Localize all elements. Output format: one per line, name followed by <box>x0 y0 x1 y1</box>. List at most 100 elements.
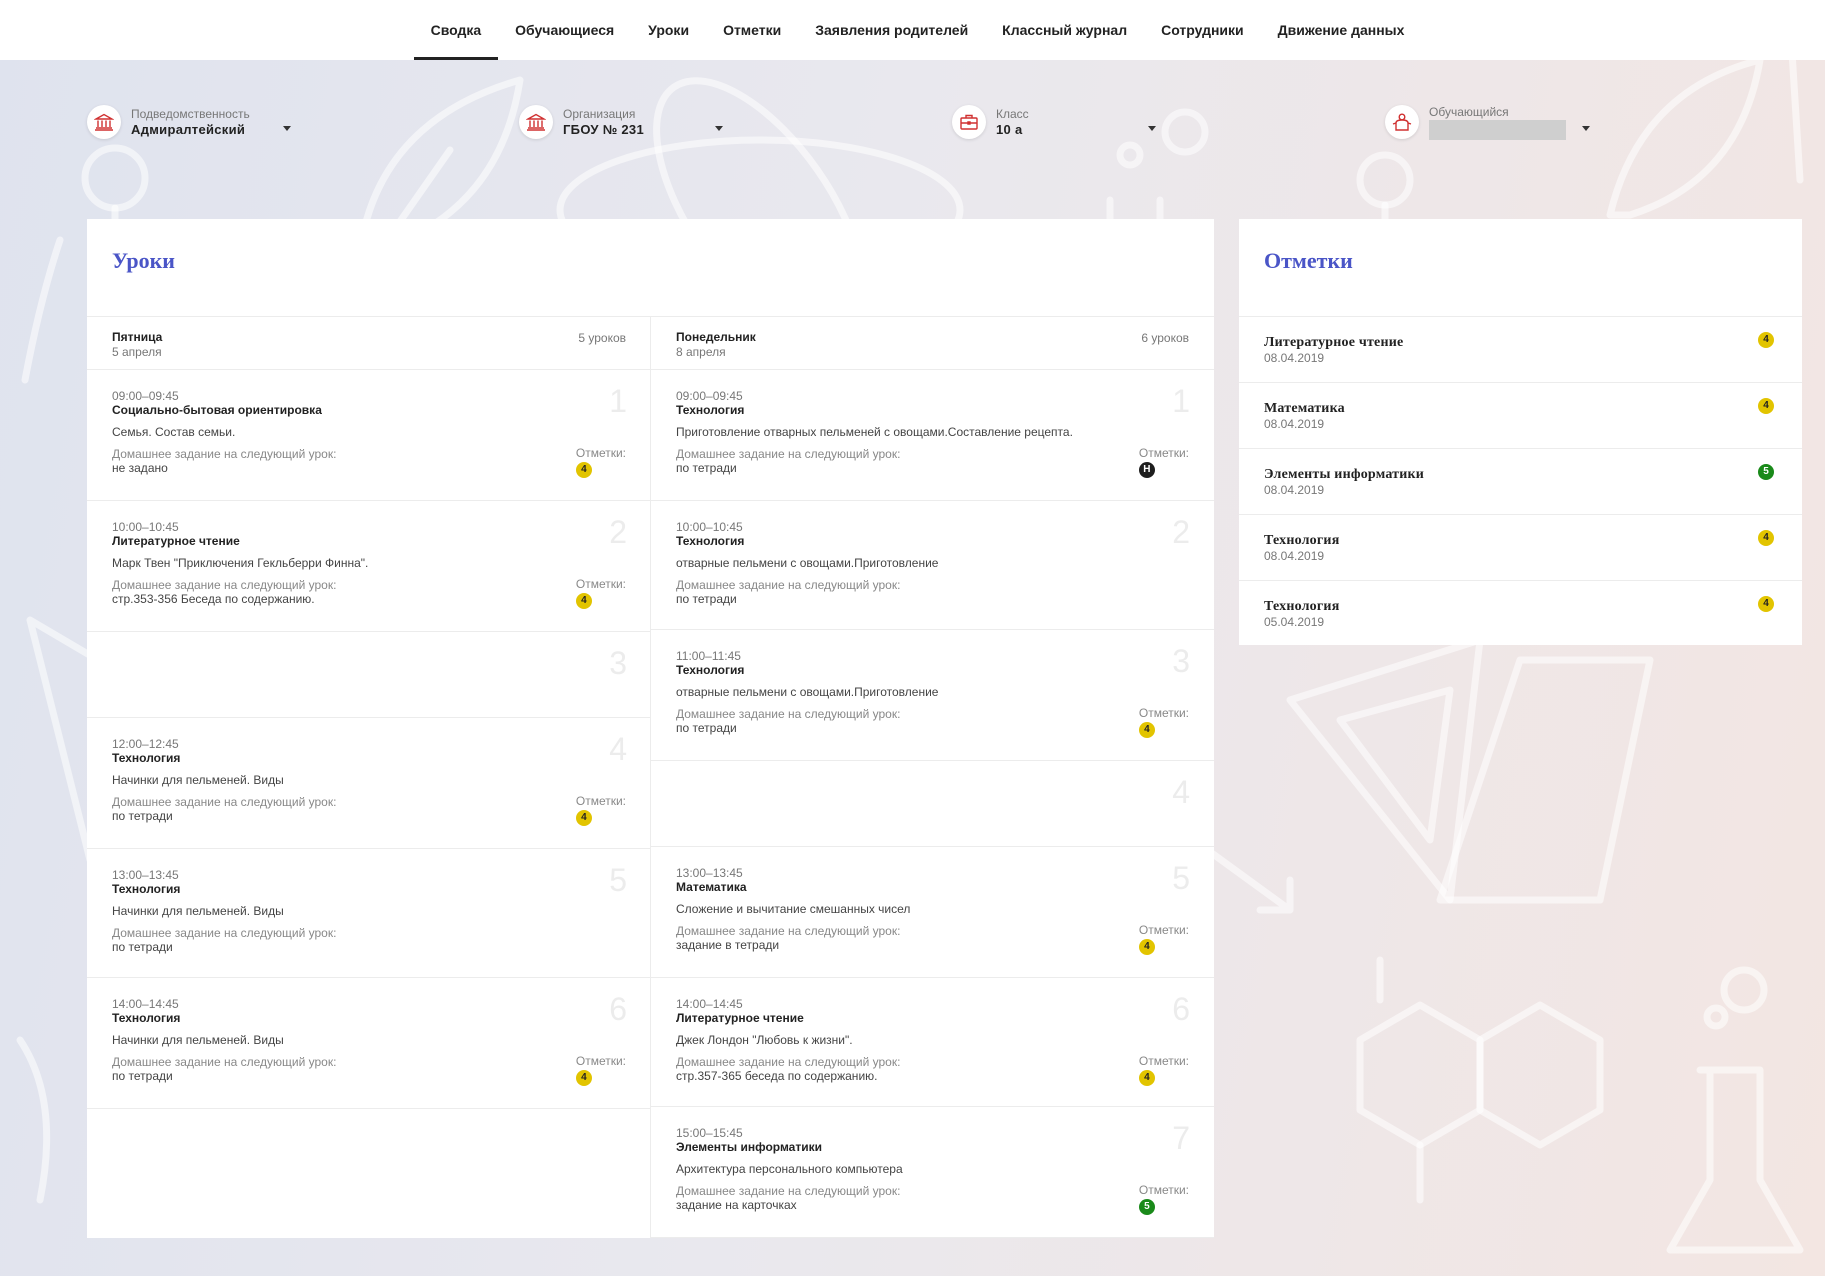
lesson-item[interactable]: 5 13:00–13:45 Технология Начинки для пельме… <box>87 849 651 978</box>
lesson-subject: Математика <box>676 880 747 894</box>
lesson-item[interactable]: 3 11:00–11:45 Технология отварные пельмени … <box>651 630 1214 761</box>
lesson-item[interactable]: 7 15:00–15:45 Элементы информатики Архитект… <box>651 1107 1214 1238</box>
homework-label: Домашнее задание на следующий урок: <box>112 578 337 592</box>
homework-label: Домашнее задание на следующий урок: <box>676 707 901 721</box>
mark-badge[interactable]: 4 <box>1758 596 1774 612</box>
lesson-item[interactable]: 4 12:00–12:45 Технология Начинки для пельме… <box>87 718 651 849</box>
lesson-time: 09:00–09:45 <box>676 389 743 403</box>
mark-badge[interactable]: 4 <box>575 462 592 478</box>
homework-label: Домашнее задание на следующий урок: <box>112 795 337 809</box>
lesson-item[interactable]: 2 10:00–10:45 Технология отварные пельмени … <box>651 501 1214 630</box>
lesson-marks: Отметки: 5 <box>1138 1183 1189 1215</box>
filter-label: Класс <box>996 106 1029 121</box>
filter-organization[interactable]: Организация ГБОУ № 231 <box>519 100 723 144</box>
lesson-number: 2 <box>1172 514 1190 550</box>
lesson-item[interactable]: 5 13:00–13:45 Математика Сложение и вычитан… <box>651 847 1214 978</box>
institution-icon <box>519 105 553 139</box>
lesson-topic: Джек Лондон "Любовь к жизни". <box>676 1033 853 1047</box>
nav-tab[interactable]: Обучающиеся <box>498 0 631 60</box>
mark-item[interactable]: Элементы информатики 08.04.2019 5 <box>1239 449 1802 515</box>
marks-list: Литературное чтение 08.04.2019 4 Математика… <box>1239 316 1802 647</box>
homework-text: по тетради <box>676 592 737 606</box>
marks-title[interactable]: Отметки <box>1264 248 1353 274</box>
lesson-topic: Архитектура персонального компьютера <box>676 1162 903 1176</box>
filter-subordination[interactable]: Подведомственность Адмиралтейский <box>87 100 291 144</box>
lesson-subject: Технология <box>112 751 181 765</box>
lesson-number: 6 <box>1172 991 1190 1027</box>
mark-badge[interactable]: 4 <box>1138 1070 1155 1086</box>
lesson-time: 11:00–11:45 <box>676 649 741 663</box>
lesson-item[interactable]: 1 09:00–09:45 Технология Приготовление отва… <box>651 370 1214 501</box>
nav-tab[interactable]: Уроки <box>631 0 706 60</box>
mark-badge[interactable]: 4 <box>1758 332 1774 348</box>
lesson-topic: Начинки для пельменей. Виды <box>112 1033 284 1047</box>
nav-tab[interactable]: Движение данных <box>1261 0 1422 60</box>
mark-item[interactable]: Математика 08.04.2019 4 <box>1239 383 1802 449</box>
lesson-count: 5 уроков <box>578 331 626 345</box>
lesson-subject: Технология <box>112 1011 181 1025</box>
mark-badge[interactable]: 5 <box>1758 464 1774 480</box>
lesson-topic: Приготовление отварных пельменей с овоща… <box>676 425 1073 439</box>
mark-badge[interactable]: 4 <box>1758 530 1774 546</box>
homework-label: Домашнее задание на следующий урок: <box>112 447 337 461</box>
mark-badge[interactable]: 4 <box>1138 722 1155 738</box>
homework-text: стр.357-365 беседа по содержанию. <box>676 1069 878 1083</box>
lesson-item[interactable]: 1 09:00–09:45 Социально-бытовая ориентиров… <box>87 370 651 501</box>
homework-text: по тетради <box>676 721 737 735</box>
chevron-down-icon <box>1582 126 1590 131</box>
lessons-columns: Пятница 5 апреля 5 уроков 1 09:00–09:45 Социа… <box>87 316 1214 1238</box>
homework-text: по тетради <box>112 809 173 823</box>
day-column: Понедельник 8 апреля 6 уроков 1 09:00–09:45 Т… <box>650 317 1214 1238</box>
mark-badge[interactable]: 4 <box>575 1070 592 1086</box>
mark-item[interactable]: Технология 05.04.2019 4 <box>1239 581 1802 647</box>
lessons-title[interactable]: Уроки <box>112 248 175 274</box>
mark-subject: Технология <box>1264 599 1340 614</box>
nav-tab[interactable]: Сотрудники <box>1144 0 1261 60</box>
nav-tab[interactable]: Отметки <box>706 0 798 60</box>
homework-text: задание в тетради <box>676 938 780 952</box>
lesson-number: 2 <box>609 514 627 550</box>
homework-text: по тетради <box>112 940 173 954</box>
lesson-number: 5 <box>609 862 627 898</box>
top-navigation: Сводка Обучающиеся Уроки Отметки Заявления р… <box>0 0 1825 60</box>
lesson-marks: Отметки: 4 <box>1138 923 1189 955</box>
lesson-time: 14:00–14:45 <box>112 997 179 1011</box>
lesson-marks: Отметки: 4 <box>1138 1054 1189 1086</box>
filter-label: Организация <box>563 106 636 121</box>
mark-subject: Элементы информатики <box>1264 467 1425 482</box>
mark-badge[interactable]: 4 <box>575 593 592 609</box>
lesson-number: 7 <box>1172 1120 1190 1156</box>
mark-badge[interactable]: 4 <box>575 810 592 826</box>
lesson-number: 4 <box>609 731 627 767</box>
lesson-item[interactable]: 6 14:00–14:45 Литературное чтение Джек Лонд… <box>651 978 1214 1107</box>
lesson-subject: Элементы информатики <box>676 1140 822 1154</box>
lesson-slot-empty: 4 <box>651 761 1214 847</box>
lesson-item[interactable]: 2 10:00–10:45 Литературное чтение Марк Твен… <box>87 501 651 632</box>
filter-class[interactable]: Класс 10 а <box>952 100 1156 144</box>
mark-date: 08.04.2019 <box>1264 351 1325 365</box>
mark-item[interactable]: Литературное чтение 08.04.2019 4 <box>1239 317 1802 383</box>
lesson-item[interactable]: 6 14:00–14:45 Технология Начинки для пельме… <box>87 978 651 1109</box>
lesson-number: 1 <box>1172 383 1190 419</box>
lesson-marks: Отметки: 4 <box>575 1054 626 1086</box>
nav-tab[interactable]: Классный журнал <box>985 0 1144 60</box>
mark-badge[interactable]: Н <box>1138 462 1155 478</box>
lesson-slot-empty: 3 <box>87 632 651 718</box>
homework-label: Домашнее задание на следующий урок: <box>676 447 901 461</box>
filters-bar: Подведомственность Адмиралтейский Органи… <box>87 100 1787 150</box>
marks-label: Отметки: <box>1138 1054 1189 1068</box>
nav-tab[interactable]: Сводка <box>413 0 499 60</box>
homework-text: не задано <box>112 461 168 475</box>
lesson-marks: Отметки: Н <box>1138 446 1189 478</box>
lesson-subject: Социально-бытовая ориентировка <box>112 403 322 417</box>
day-date: 5 апреля <box>112 345 162 359</box>
filter-label: Подведомственность <box>131 106 250 121</box>
mark-badge[interactable]: 4 <box>1758 398 1774 414</box>
mark-badge[interactable]: 5 <box>1138 1199 1155 1215</box>
homework-text: стр.353-356 Беседа по содержанию. <box>112 592 315 606</box>
mark-badge[interactable]: 4 <box>1138 939 1155 955</box>
lesson-time: 14:00–14:45 <box>676 997 743 1011</box>
mark-item[interactable]: Технология 08.04.2019 4 <box>1239 515 1802 581</box>
nav-tab[interactable]: Заявления родителей <box>798 0 985 60</box>
filter-student[interactable]: Обучающийся <box>1385 100 1590 144</box>
